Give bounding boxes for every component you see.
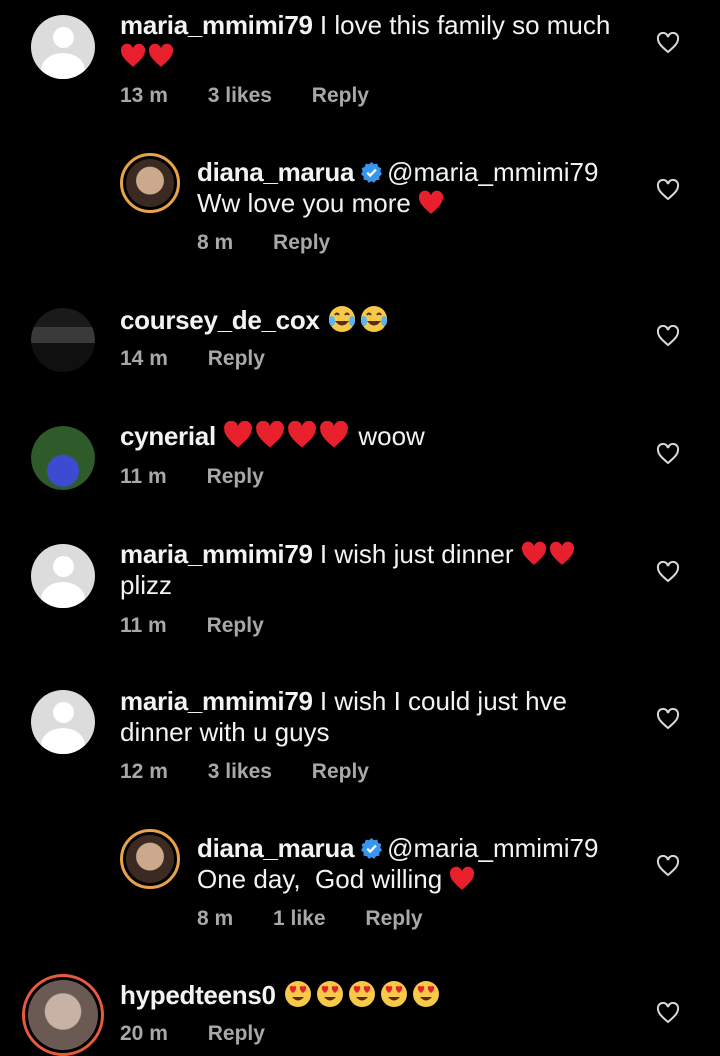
comment-text: diana_marua @maria_mmimi79 Ww love you mo… [197, 157, 697, 219]
username[interactable]: maria_mmimi79 [120, 686, 313, 716]
avatar[interactable] [120, 829, 180, 889]
avatar[interactable] [31, 544, 95, 608]
timestamp: 11 m [120, 614, 167, 637]
red-heart-icon [120, 43, 146, 67]
red-heart-icon [288, 421, 317, 448]
comment-meta: 12 m 3 likes Reply [120, 760, 403, 784]
comment-body: I wish I could just hve [319, 686, 568, 716]
comment-text: hypedteens0 [120, 979, 620, 1011]
reply-button[interactable]: Reply [273, 231, 330, 254]
timestamp: 20 m [120, 1022, 168, 1045]
comment-body: One day, God willing [197, 864, 443, 894]
comment-meta: 14 m Reply [120, 347, 299, 371]
username[interactable]: cynerial [120, 421, 216, 451]
reply-button[interactable]: Reply [207, 614, 264, 637]
reply-button[interactable]: Reply [312, 84, 369, 107]
like-count[interactable]: 3 likes [208, 760, 272, 783]
comment-meta: 20 m Reply [120, 1022, 299, 1046]
face-with-tears-of-joy-icon [360, 306, 387, 332]
reply-button[interactable]: Reply [208, 347, 265, 370]
heart-outline-icon[interactable] [656, 1002, 680, 1024]
heart-outline-icon[interactable] [656, 179, 680, 201]
timestamp: 8 m [197, 907, 234, 930]
heart-outline-icon[interactable] [656, 855, 680, 877]
red-heart-icon [320, 421, 349, 448]
reply-button[interactable]: Reply [365, 907, 422, 930]
red-heart-icon [148, 43, 174, 67]
verified-badge-icon [361, 161, 383, 183]
heart-eyes-icon [348, 981, 375, 1007]
username[interactable]: diana_marua [197, 157, 354, 187]
heart-outline-icon[interactable] [656, 443, 680, 465]
face-with-tears-of-joy-icon [328, 306, 355, 332]
avatar[interactable] [31, 690, 95, 754]
heart-eyes-icon [412, 981, 439, 1007]
heart-outline-icon[interactable] [656, 32, 680, 54]
avatar[interactable] [22, 974, 104, 1056]
avatar[interactable] [31, 426, 95, 490]
mention[interactable]: @maria_mmimi79 [387, 833, 598, 863]
comment-text: maria_mmimi79 I wish just dinner plizz [120, 539, 620, 601]
timestamp: 11 m [120, 465, 167, 488]
timestamp: 14 m [120, 347, 168, 370]
comment-meta: 8 m 1 like Reply [197, 907, 457, 931]
avatar[interactable] [120, 153, 180, 213]
avatar[interactable] [31, 15, 95, 79]
reply-button[interactable]: Reply [312, 760, 369, 783]
reply-button[interactable]: Reply [208, 1022, 265, 1045]
username[interactable]: maria_mmimi79 [120, 539, 313, 569]
comment-text: maria_mmimi79 I wish I could just hve di… [120, 686, 620, 748]
timestamp: 12 m [120, 760, 168, 783]
reply-button[interactable]: Reply [207, 465, 264, 488]
heart-outline-icon[interactable] [656, 708, 680, 730]
username[interactable]: maria_mmimi79 [120, 10, 313, 40]
heart-outline-icon[interactable] [656, 325, 680, 347]
comment-body: woow [358, 421, 425, 451]
mention[interactable]: @maria_mmimi79 [387, 157, 598, 187]
comment-text: coursey_de_cox [120, 304, 620, 336]
heart-eyes-icon [284, 981, 311, 1007]
username[interactable]: hypedteens0 [120, 980, 276, 1010]
comment-text: diana_marua @maria_mmimi79 One day, God w… [197, 833, 697, 895]
comment-meta: 8 m Reply [197, 231, 364, 255]
username[interactable]: diana_marua [197, 833, 354, 863]
avatar[interactable] [31, 308, 95, 372]
comment-body-cont: plizz [120, 570, 173, 600]
heart-outline-icon[interactable] [656, 561, 680, 583]
comment-meta: 13 m 3 likes Reply [120, 84, 403, 108]
like-count[interactable]: 1 like [273, 907, 326, 930]
comment-body: I wish just dinner [319, 539, 514, 569]
comment-meta: 11 m Reply [120, 614, 298, 638]
comment-body-cont: dinner with u guys [120, 717, 330, 747]
red-heart-icon [549, 541, 574, 565]
red-heart-icon [419, 190, 444, 214]
red-heart-icon [521, 541, 546, 565]
timestamp: 8 m [197, 231, 234, 254]
comment-meta: 11 m Reply [120, 465, 298, 489]
timestamp: 13 m [120, 84, 168, 107]
comment-body: I love this family so much [319, 10, 611, 40]
username[interactable]: coursey_de_cox [120, 305, 320, 335]
red-heart-icon [256, 421, 285, 448]
comment-body: Ww love you more [197, 188, 411, 218]
heart-eyes-icon [380, 981, 407, 1007]
comment-text: cynerial woow [120, 421, 620, 452]
red-heart-icon [450, 866, 475, 890]
red-heart-icon [224, 421, 253, 448]
verified-badge-icon [361, 837, 383, 859]
comment-text: maria_mmimi79 I love this family so much [120, 10, 620, 72]
heart-eyes-icon [316, 981, 343, 1007]
like-count[interactable]: 3 likes [208, 84, 272, 107]
